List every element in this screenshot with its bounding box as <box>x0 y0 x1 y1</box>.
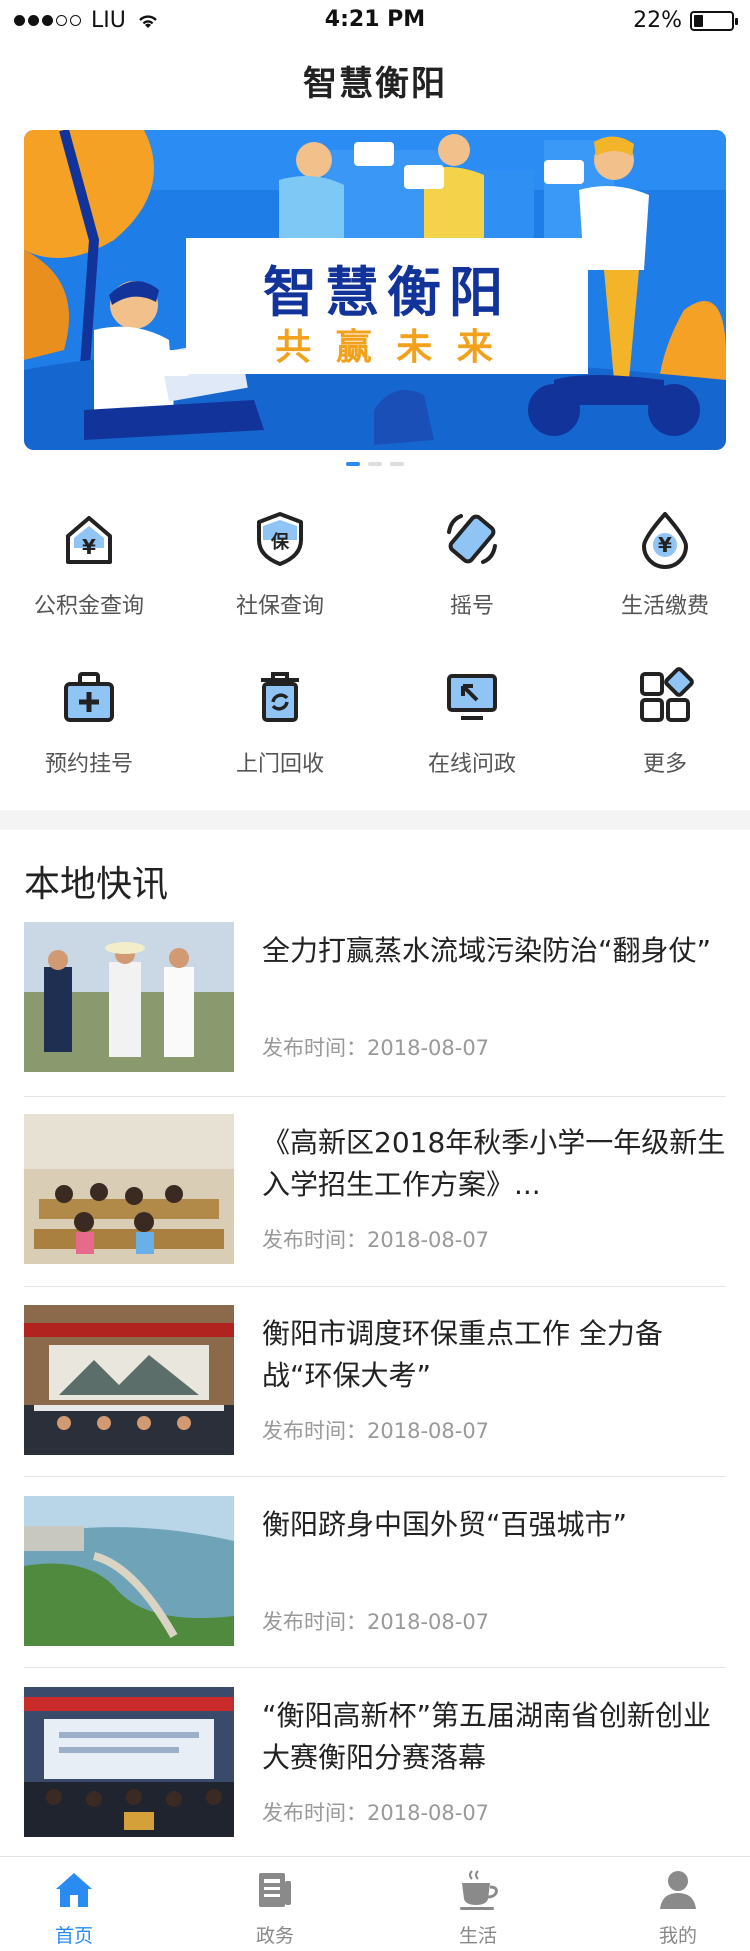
svg-text:¥: ¥ <box>658 533 672 557</box>
carousel-dot[interactable] <box>368 462 382 466</box>
service-label: 社保查询 <box>235 594 324 619</box>
news-item[interactable]: 《高新区2018年秋季小学一年级新生入学招生工作方案》... 发布时间：2018… <box>24 1114 726 1266</box>
drop-yuan-icon: ¥ <box>642 512 688 569</box>
service-item-utility-payment[interactable]: ¥ 生活缴费 <box>570 508 750 620</box>
list-divider <box>24 1096 726 1097</box>
service-item-recycling[interactable]: 上门回收 <box>185 666 375 778</box>
date-label: 发布时间： <box>262 1801 367 1825</box>
status-bar: LIU 4:21 PM 22% <box>0 0 750 44</box>
service-label: 在线问政 <box>427 752 516 777</box>
news-headline: 衡阳市调度环保重点工作 全力备战“环保大考” <box>262 1317 663 1392</box>
service-label: 更多 <box>642 752 687 777</box>
service-item-more[interactable]: 更多 <box>570 666 750 778</box>
news-date: 发布时间：2018-08-07 <box>262 1606 489 1636</box>
svg-text:¥: ¥ <box>82 535 96 559</box>
service-item-lottery[interactable]: 摇号 <box>377 508 567 620</box>
house-yuan-icon: ¥ <box>66 516 112 564</box>
date-value: 2018-08-07 <box>367 1801 490 1825</box>
date-label: 发布时间： <box>262 1419 367 1443</box>
tab-label: 我的 <box>658 1925 697 1947</box>
service-label: 上门回收 <box>235 752 324 777</box>
banner-title: 智慧衡阳 <box>263 261 511 324</box>
list-divider <box>24 1286 726 1287</box>
service-item-social-security[interactable]: 保 社保查询 <box>185 508 375 620</box>
monitor-icon <box>447 674 497 720</box>
svg-text:保: 保 <box>270 531 290 553</box>
news-item[interactable]: 全力打赢蒸水流域污染防治“翻身仗” 发布时间：2018-08-07 <box>24 922 726 1074</box>
date-value: 2018-08-07 <box>367 1610 490 1634</box>
tab-mine[interactable]: 我的 <box>618 1867 738 1948</box>
tab-label: 生活 <box>458 1925 497 1947</box>
news-date: 发布时间：2018-08-07 <box>262 1032 489 1062</box>
news-headline: 衡阳跻身中国外贸“百强城市” <box>262 1508 628 1541</box>
document-icon <box>259 1873 291 1907</box>
news-date: 发布时间：2018-08-07 <box>262 1797 489 1827</box>
section-divider <box>0 810 750 830</box>
banner-carousel[interactable]: 智慧衡阳 共 赢 未 来 <box>24 130 726 450</box>
news-date: 发布时间：2018-08-07 <box>262 1415 489 1445</box>
tab-label: 首页 <box>54 1925 93 1947</box>
news-item[interactable]: 衡阳跻身中国外贸“百强城市” 发布时间：2018-08-07 <box>24 1496 726 1648</box>
news-thumbnail <box>24 1114 234 1264</box>
news-headline: “衡阳高新杯”第五届湖南省创新创业大赛衡阳分赛落幕 <box>262 1699 712 1774</box>
news-item[interactable]: 衡阳市调度环保重点工作 全力备战“环保大考” 发布时间：2018-08-07 <box>24 1305 726 1457</box>
news-headline: 《高新区2018年秋季小学一年级新生入学招生工作方案》... <box>262 1126 726 1201</box>
news-thumbnail <box>24 1687 234 1837</box>
home-icon <box>56 1873 92 1907</box>
news-item[interactable]: “衡阳高新杯”第五届湖南省创新创业大赛衡阳分赛落幕 发布时间：2018-08-0… <box>24 1687 726 1839</box>
date-value: 2018-08-07 <box>367 1228 490 1252</box>
list-divider <box>24 1667 726 1668</box>
tab-label: 政务 <box>255 1925 294 1947</box>
service-label: 生活缴费 <box>620 594 709 619</box>
service-label: 公积金查询 <box>33 594 144 619</box>
service-item-housing-fund[interactable]: ¥ 公积金查询 <box>0 508 184 620</box>
service-item-appointment[interactable]: 预约挂号 <box>0 666 184 778</box>
date-label: 发布时间： <box>262 1036 367 1060</box>
news-headline: 全力打赢蒸水流域污染防治“翻身仗” <box>262 934 712 967</box>
date-label: 发布时间： <box>262 1228 367 1252</box>
banner-subtitle: 共 赢 未 来 <box>275 327 499 368</box>
carousel-dot[interactable] <box>390 462 404 466</box>
date-value: 2018-08-07 <box>367 1036 490 1060</box>
section-title-local-news: 本地快讯 <box>24 864 169 905</box>
battery-icon <box>690 10 738 31</box>
tab-home[interactable]: 首页 <box>14 1867 134 1948</box>
coffee-icon <box>460 1870 498 1910</box>
news-thumbnail <box>24 1496 234 1646</box>
tab-government[interactable]: 政务 <box>215 1867 335 1948</box>
news-date: 发布时间：2018-08-07 <box>262 1224 489 1254</box>
user-icon <box>660 1871 696 1909</box>
list-divider <box>24 1476 726 1477</box>
service-item-online-inquiry[interactable]: 在线问政 <box>377 666 567 778</box>
date-value: 2018-08-07 <box>367 1419 490 1443</box>
page-title: 智慧衡阳 <box>303 64 447 104</box>
recycle-bin-icon <box>261 672 299 722</box>
medical-kit-icon <box>64 672 114 722</box>
news-thumbnail <box>24 1305 234 1455</box>
service-label: 摇号 <box>449 594 494 619</box>
shield-bao-icon: 保 <box>257 512 303 566</box>
carousel-indicator[interactable] <box>0 462 750 466</box>
service-label: 预约挂号 <box>44 752 133 777</box>
battery-percent: 22% <box>633 8 682 33</box>
grid-more-icon <box>640 667 694 722</box>
date-label: 发布时间： <box>262 1610 367 1634</box>
carousel-dot-active[interactable] <box>346 462 360 466</box>
news-thumbnail <box>24 922 234 1072</box>
phone-shake-icon <box>447 514 497 564</box>
tab-bar: 首页 政务 生活 我的 <box>0 1856 750 1951</box>
tab-life[interactable]: 生活 <box>418 1867 538 1948</box>
